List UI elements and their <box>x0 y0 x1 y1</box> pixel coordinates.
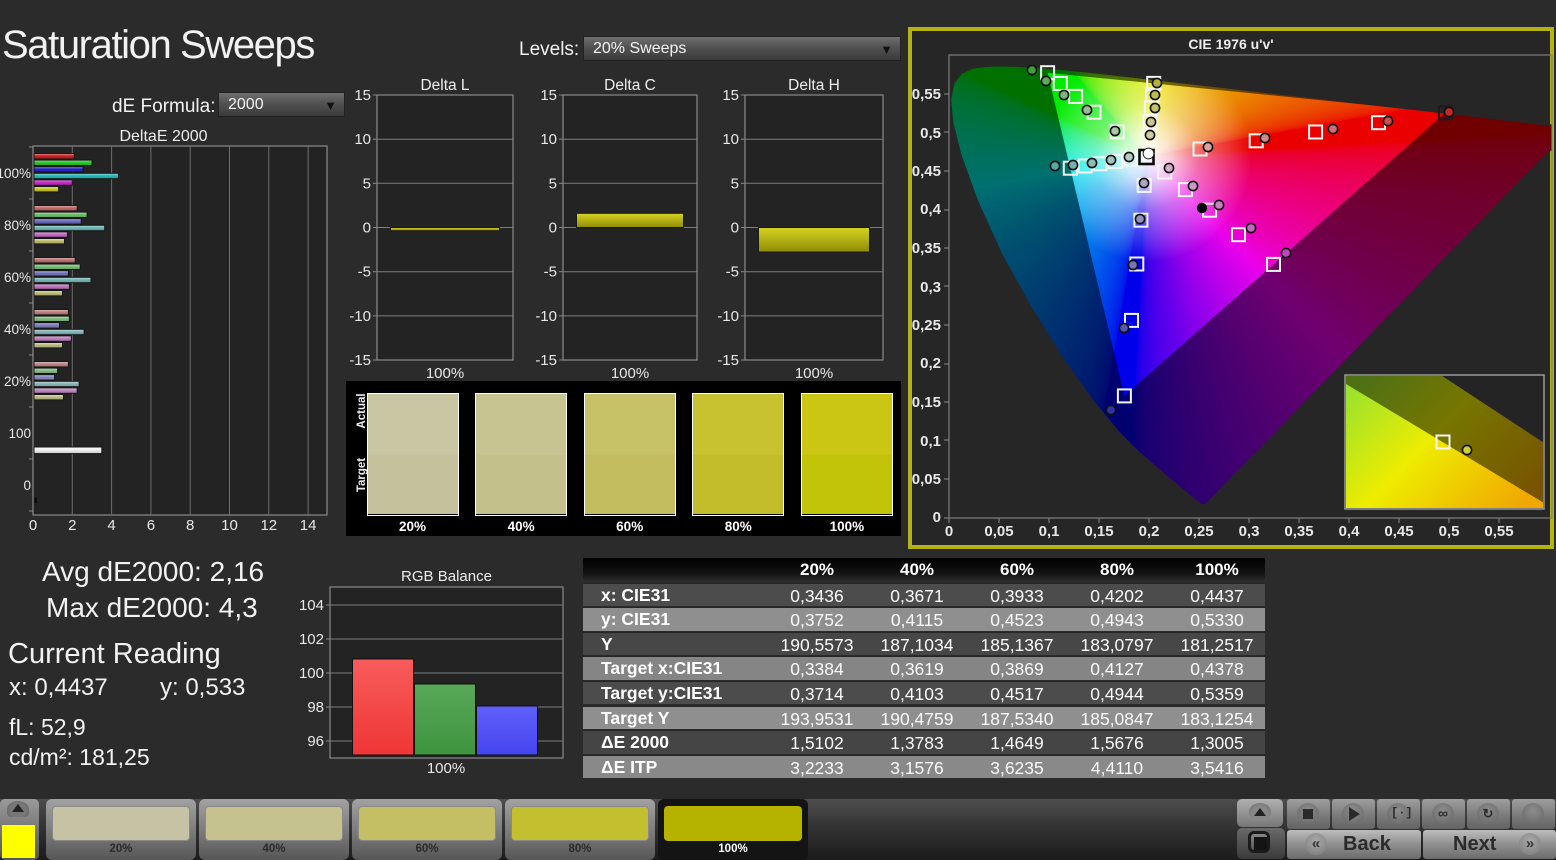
svg-text:5: 5 <box>363 175 371 192</box>
svg-text:100%: 100% <box>0 166 31 181</box>
svg-text:0: 0 <box>933 509 941 526</box>
svg-text:0,55: 0,55 <box>1484 523 1513 540</box>
svg-text:100%: 100% <box>427 760 465 777</box>
svg-text:100%: 100% <box>795 365 833 382</box>
svg-text:15: 15 <box>354 87 371 104</box>
svg-text:100: 100 <box>299 665 324 682</box>
svg-text:102: 102 <box>299 631 324 648</box>
svg-text:5: 5 <box>731 175 739 192</box>
svg-text:15: 15 <box>540 87 557 104</box>
svg-text:12: 12 <box>260 517 277 534</box>
svg-text:15: 15 <box>722 87 739 104</box>
svg-text:0,25: 0,25 <box>912 317 941 334</box>
svg-text:-15: -15 <box>717 352 739 369</box>
svg-text:0,3: 0,3 <box>920 279 941 296</box>
svg-text:104: 104 <box>299 597 324 614</box>
svg-text:-5: -5 <box>358 264 371 281</box>
svg-text:0: 0 <box>363 220 371 237</box>
svg-text:4: 4 <box>107 517 115 534</box>
svg-text:100: 100 <box>8 426 31 441</box>
svg-text:98: 98 <box>307 699 324 716</box>
svg-text:20%: 20% <box>4 374 31 389</box>
svg-text:0: 0 <box>23 478 31 493</box>
svg-text:2: 2 <box>68 517 76 534</box>
svg-text:0: 0 <box>549 220 557 237</box>
svg-text:0,1: 0,1 <box>920 433 941 450</box>
svg-text:-5: -5 <box>726 264 739 281</box>
svg-text:6: 6 <box>147 517 155 534</box>
svg-text:-10: -10 <box>349 308 371 325</box>
svg-text:-15: -15 <box>535 352 557 369</box>
svg-text:0: 0 <box>731 220 739 237</box>
svg-text:0,2: 0,2 <box>1139 523 1160 540</box>
svg-text:14: 14 <box>300 517 317 534</box>
svg-text:0,25: 0,25 <box>1184 523 1213 540</box>
svg-text:60%: 60% <box>4 270 31 285</box>
svg-text:10: 10 <box>354 131 371 148</box>
svg-text:80%: 80% <box>4 218 31 233</box>
svg-text:0,45: 0,45 <box>1384 523 1413 540</box>
svg-text:0,35: 0,35 <box>912 240 941 257</box>
svg-text:0,5: 0,5 <box>1439 523 1460 540</box>
svg-text:0,15: 0,15 <box>1084 523 1113 540</box>
svg-text:-10: -10 <box>535 308 557 325</box>
svg-text:10: 10 <box>722 131 739 148</box>
svg-text:-5: -5 <box>544 264 557 281</box>
svg-text:0,45: 0,45 <box>912 163 941 180</box>
svg-text:0,35: 0,35 <box>1284 523 1313 540</box>
svg-text:0,3: 0,3 <box>1239 523 1260 540</box>
svg-text:0,1: 0,1 <box>1039 523 1060 540</box>
svg-text:40%: 40% <box>4 322 31 337</box>
svg-text:0,4: 0,4 <box>920 201 942 218</box>
svg-text:0,5: 0,5 <box>920 125 941 142</box>
svg-text:10: 10 <box>540 131 557 148</box>
svg-text:100%: 100% <box>426 365 464 382</box>
svg-text:0,2: 0,2 <box>920 355 941 372</box>
svg-text:0,4: 0,4 <box>1339 523 1361 540</box>
svg-text:0,05: 0,05 <box>912 471 941 488</box>
svg-text:0: 0 <box>945 523 953 540</box>
svg-text:-15: -15 <box>349 352 371 369</box>
svg-text:10: 10 <box>221 517 238 534</box>
svg-text:0,15: 0,15 <box>912 394 941 411</box>
svg-text:0,05: 0,05 <box>984 523 1013 540</box>
svg-text:0,55: 0,55 <box>912 86 941 103</box>
svg-text:5: 5 <box>549 175 557 192</box>
svg-text:0: 0 <box>29 517 37 534</box>
svg-text:100%: 100% <box>611 365 649 382</box>
svg-text:8: 8 <box>186 517 194 534</box>
svg-text:-10: -10 <box>717 308 739 325</box>
svg-text:96: 96 <box>307 733 324 750</box>
